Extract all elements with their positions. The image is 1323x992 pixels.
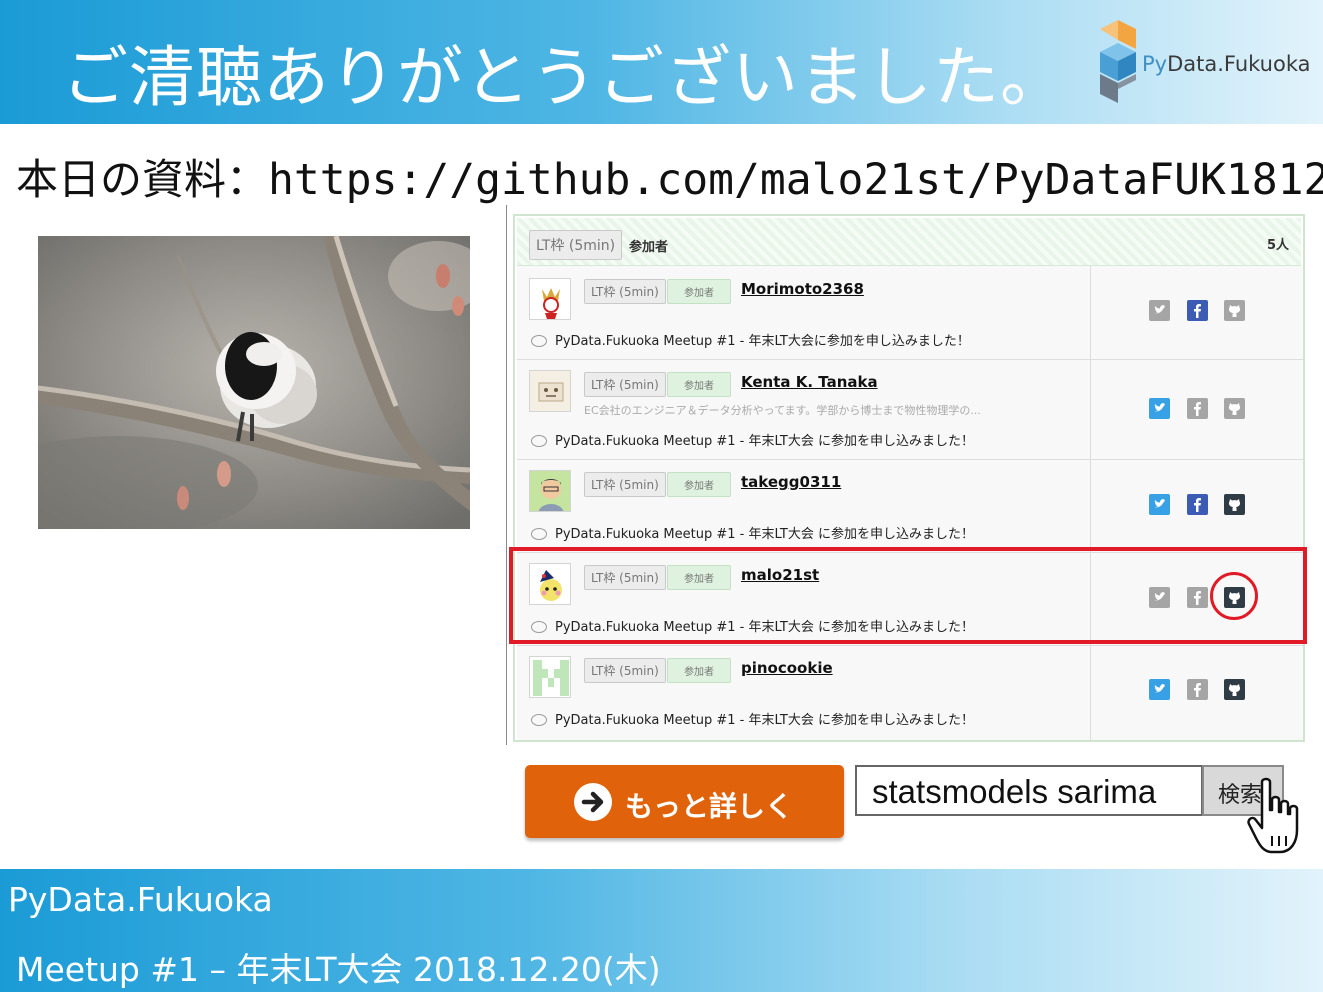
participant-row: LT枠 (5min) 参加者 Morimoto2368 PyData.Fukuo… <box>517 266 1303 360</box>
participant-row: LT枠 (5min) 参加者 takegg0311 PyData.Fukuoka… <box>517 460 1303 553</box>
footer-event-info: Meetup #1 – 年末LT大会 2018.12.20(木) <box>16 950 661 989</box>
github-icon[interactable] <box>1224 398 1245 419</box>
facebook-icon[interactable] <box>1187 398 1208 419</box>
participants-panel: LT枠 (5min) 参加者 5人 LT枠 (5min) 参加者 Morimot… <box>513 214 1305 742</box>
facebook-icon[interactable] <box>1187 679 1208 700</box>
facebook-icon[interactable] <box>1187 494 1208 515</box>
footer-org-name: PyData.Fukuoka <box>8 880 273 919</box>
avatar[interactable] <box>529 656 571 698</box>
highlight-box <box>509 547 1307 644</box>
join-message: PyData.Fukuoka Meetup #1 - 年末LT大会に参加を申し込… <box>531 330 970 349</box>
panel-divider <box>506 205 507 745</box>
more-details-button[interactable]: もっと詳しく <box>525 765 844 838</box>
pydata-fukuoka-logo: PyData.Fukuoka <box>1096 18 1316 108</box>
comment-icon <box>531 334 547 347</box>
participant-name-link[interactable]: takegg0311 <box>741 473 841 491</box>
role-tag: 参加者 <box>667 472 731 497</box>
role-tag: 参加者 <box>667 279 731 304</box>
materials-line: 本日の資料：https://github.com/malo21st/PyData… <box>16 146 1323 207</box>
social-links <box>1145 398 1275 420</box>
page-title: ご清聴ありがとうございました。 <box>62 39 1067 116</box>
materials-label: 本日の資料： <box>16 155 269 204</box>
bird-photo <box>38 236 470 529</box>
github-icon[interactable] <box>1224 679 1245 700</box>
participant-row: LT枠 (5min) 参加者 pinocookie PyData.Fukuoka… <box>517 646 1303 740</box>
twitter-icon[interactable] <box>1149 300 1170 321</box>
participants-header: LT枠 (5min) 参加者 5人 <box>517 218 1301 266</box>
twitter-icon[interactable] <box>1149 398 1170 419</box>
logo-text: PyData.Fukuoka <box>1142 52 1311 76</box>
join-message: PyData.Fukuoka Meetup #1 - 年末LT大会 に参加を申し… <box>531 523 974 542</box>
highlight-circle <box>1210 572 1258 620</box>
join-message: PyData.Fukuoka Meetup #1 - 年末LT大会 に参加を申し… <box>531 430 974 449</box>
role-tag: 参加者 <box>667 658 731 683</box>
hand-cursor-icon <box>1246 776 1308 858</box>
materials-link[interactable]: https://github.com/malo21st/PyDataFUK181… <box>268 155 1323 205</box>
lt-tag: LT枠 (5min) <box>584 472 666 497</box>
lt-tag: LT枠 (5min) <box>584 279 666 304</box>
more-details-label: もっと詳しく <box>625 790 794 823</box>
lt-tag: LT枠 (5min) <box>584 372 666 397</box>
github-icon[interactable] <box>1224 300 1245 321</box>
participant-name-link[interactable]: Morimoto2368 <box>741 280 864 298</box>
comment-icon <box>531 434 547 447</box>
lt-slot-tag: LT枠 (5min) <box>529 230 623 260</box>
github-icon[interactable] <box>1224 494 1245 515</box>
comment-icon <box>531 527 547 540</box>
social-links <box>1145 300 1275 322</box>
social-links <box>1145 679 1275 701</box>
twitter-icon[interactable] <box>1149 679 1170 700</box>
arrow-right-icon <box>574 783 612 821</box>
lt-tag: LT枠 (5min) <box>584 658 666 683</box>
title-banner: ご清聴ありがとうございました。 PyData.Fukuoka <box>0 0 1323 124</box>
avatar[interactable] <box>529 278 571 320</box>
role-tag: 参加者 <box>667 372 731 397</box>
footer-banner: PyData.Fukuoka Meetup #1 – 年末LT大会 2018.1… <box>0 869 1323 992</box>
facebook-icon[interactable] <box>1187 300 1208 321</box>
comment-icon <box>531 713 547 726</box>
participant-bio: EC会社のエンジニア＆データ分析やってます。学部から博士まで物性物理学の... <box>584 404 981 417</box>
avatar[interactable] <box>529 370 571 412</box>
participant-row: LT枠 (5min) 参加者 Kenta K. Tanaka EC会社のエンジニ… <box>517 360 1303 460</box>
participant-name-link[interactable]: Kenta K. Tanaka <box>741 373 878 391</box>
participant-name-link[interactable]: pinocookie <box>741 659 833 677</box>
avatar[interactable] <box>529 470 571 512</box>
cube-logo-icon <box>1100 20 1136 103</box>
twitter-icon[interactable] <box>1149 494 1170 515</box>
search-input[interactable]: statsmodels sarima <box>855 765 1203 816</box>
join-message: PyData.Fukuoka Meetup #1 - 年末LT大会 に参加を申し… <box>531 709 974 728</box>
social-links <box>1145 494 1275 516</box>
participants-count: 5人 <box>1266 238 1289 253</box>
participants-label: 参加者 <box>629 240 669 255</box>
